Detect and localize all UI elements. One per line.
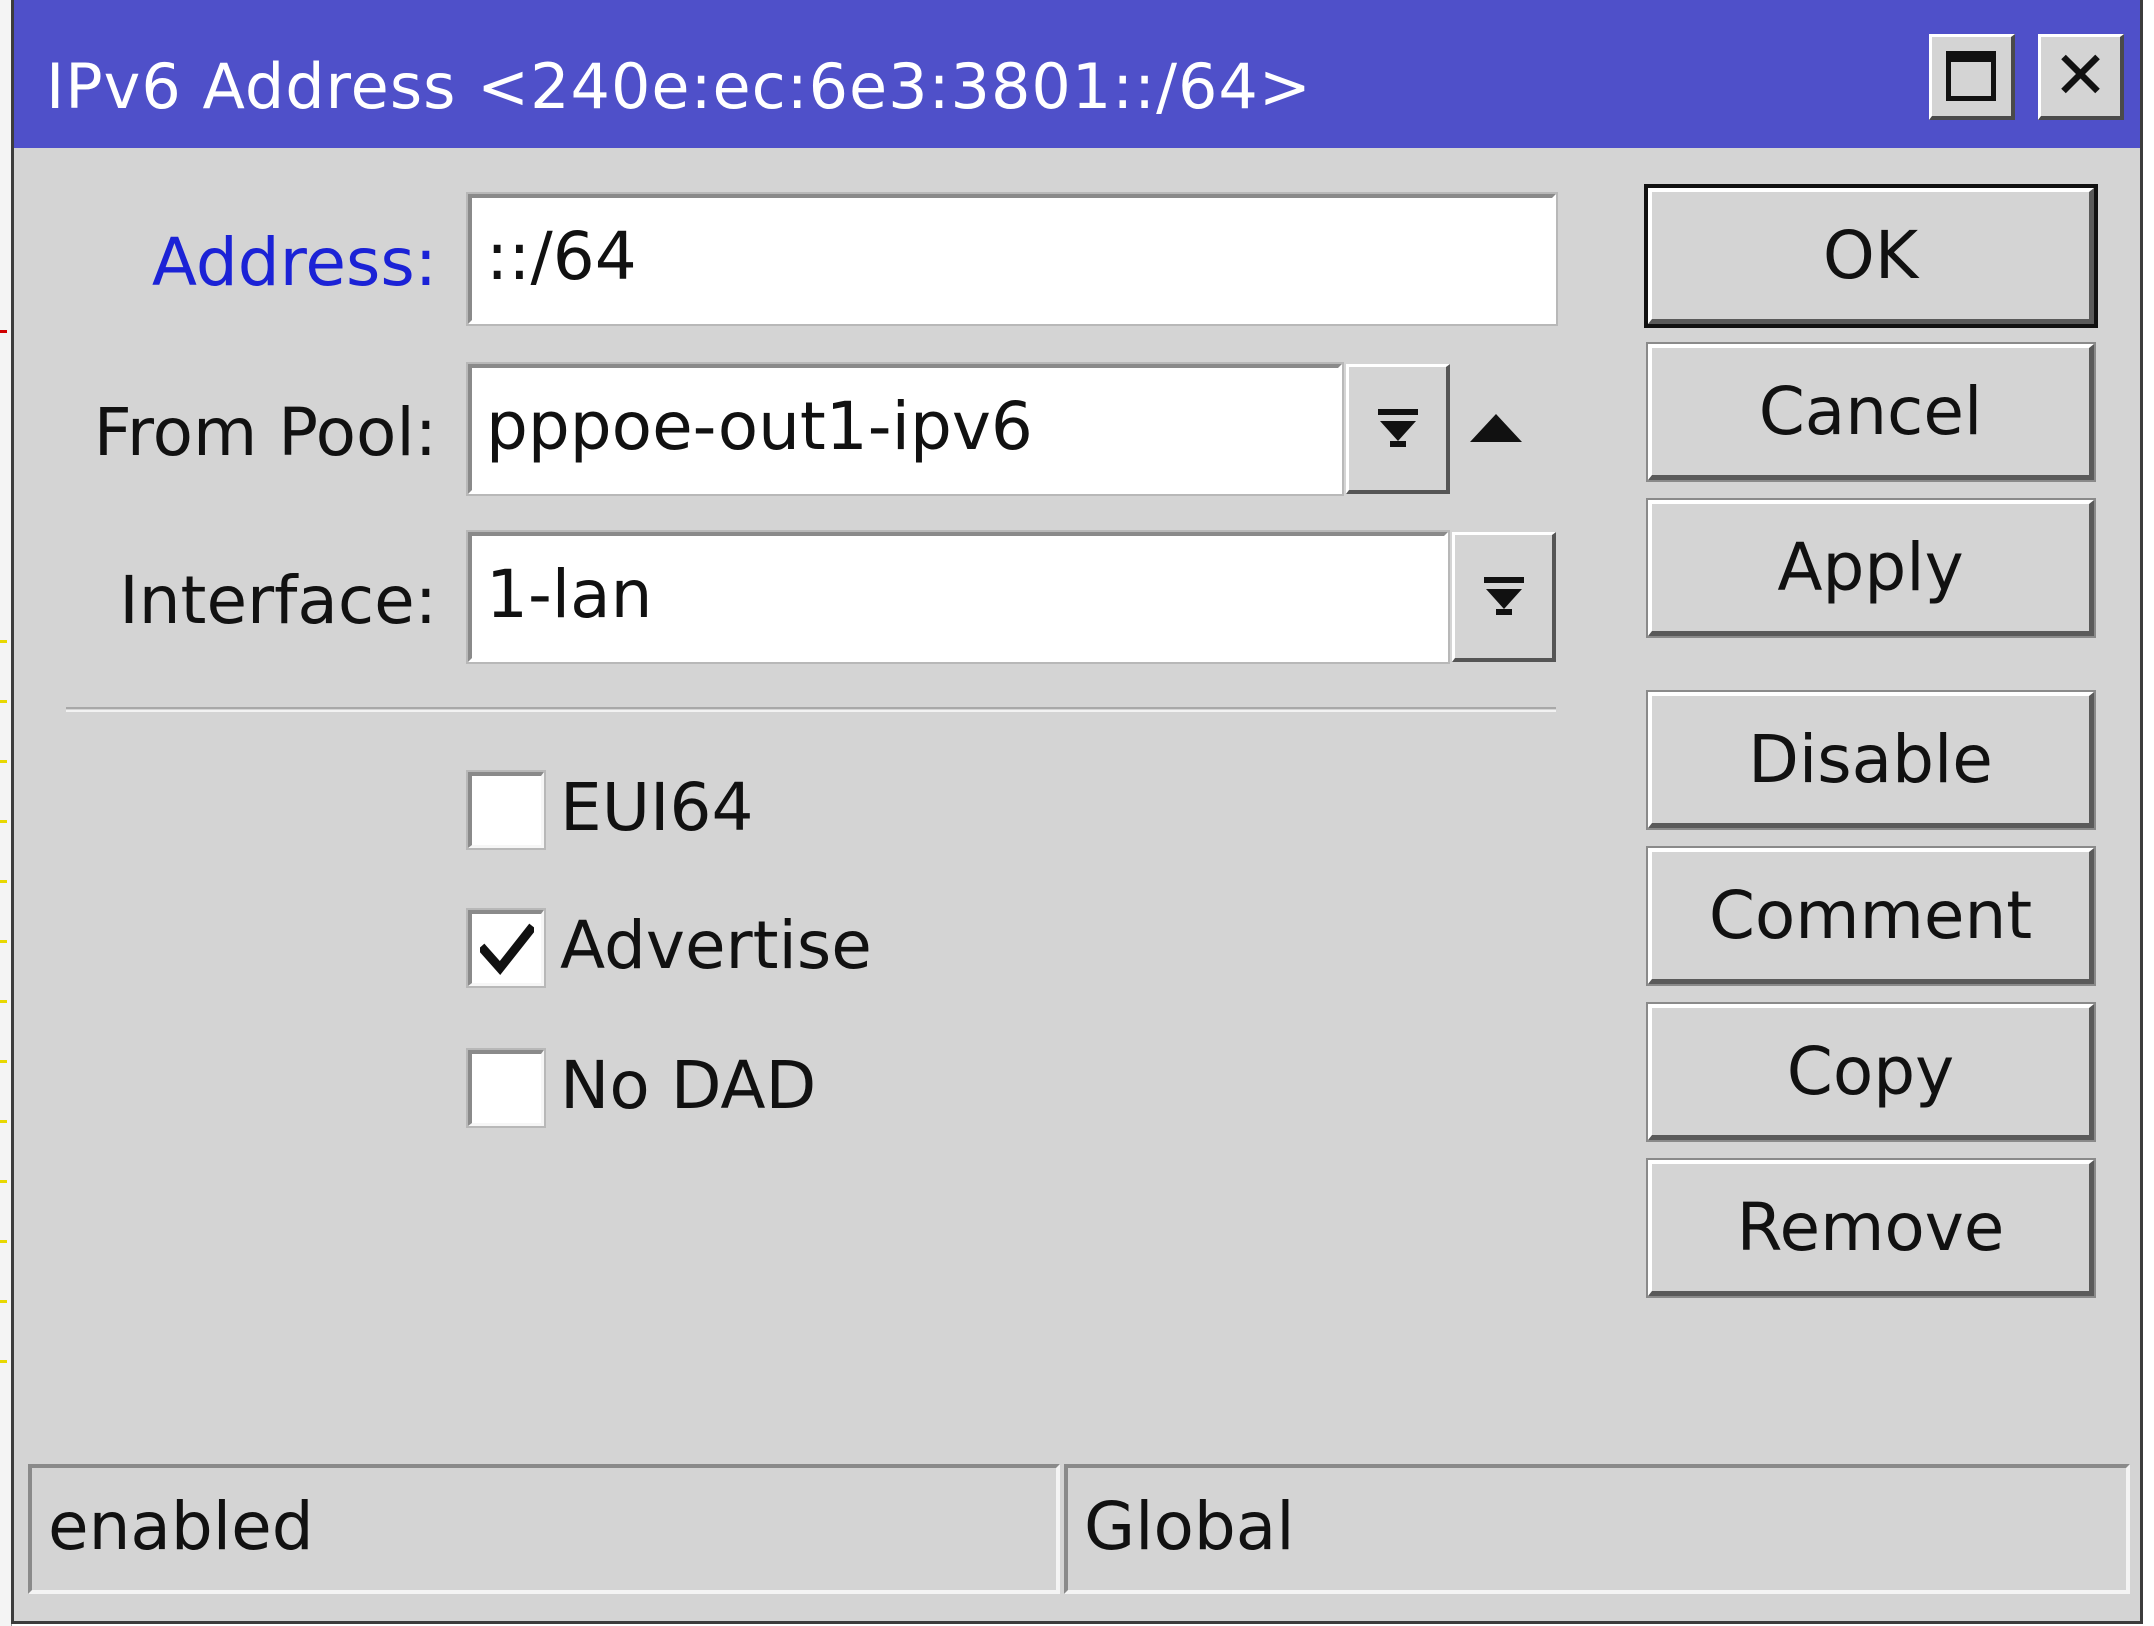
maximize-icon	[1946, 51, 1996, 101]
comment-button[interactable]: Comment	[1648, 848, 2094, 984]
ok-button[interactable]: OK	[1648, 188, 2094, 324]
advertise-label: Advertise	[560, 907, 872, 984]
close-icon: ✕	[2052, 37, 2109, 114]
background-marker	[0, 330, 7, 333]
from-pool-dropdown-button[interactable]	[1346, 364, 1450, 494]
background-marker	[0, 1240, 7, 1243]
status-scope: Global	[1064, 1464, 2130, 1594]
interface-dropdown-button[interactable]	[1452, 532, 1556, 662]
no-dad-checkbox[interactable]	[468, 1050, 544, 1126]
no-dad-label: No DAD	[560, 1047, 817, 1124]
checkmark-icon	[480, 923, 534, 976]
background-marker	[0, 1120, 7, 1123]
background-marker	[0, 1060, 7, 1063]
interface-label: Interface:	[119, 562, 437, 639]
address-label: Address:	[151, 224, 437, 301]
eui64-checkbox[interactable]	[468, 772, 544, 848]
remove-button[interactable]: Remove	[1648, 1160, 2094, 1296]
eui64-label: EUI64	[560, 769, 754, 846]
status-state: enabled	[28, 1464, 1060, 1594]
apply-button[interactable]: Apply	[1648, 500, 2094, 636]
background-marker	[0, 1360, 7, 1363]
title-bar[interactable]: IPv6 Address <240e:ec:6e3:3801::/64> ✕	[14, 0, 2140, 148]
dropdown-arrow-icon	[1483, 576, 1524, 615]
maximize-button[interactable]	[1929, 34, 2015, 120]
up-arrow-icon[interactable]	[1468, 412, 1524, 444]
copy-button[interactable]: Copy	[1648, 1004, 2094, 1140]
close-button[interactable]: ✕	[2038, 34, 2124, 120]
background-marker	[0, 880, 7, 883]
background-marker	[0, 760, 7, 763]
background-marker	[0, 1000, 7, 1003]
from-pool-label: From Pool:	[93, 394, 437, 471]
disable-button[interactable]: Disable	[1648, 692, 2094, 828]
background-marker	[0, 700, 7, 703]
cancel-button[interactable]: Cancel	[1648, 344, 2094, 480]
ipv6-address-dialog: IPv6 Address <240e:ec:6e3:3801::/64> ✕ A…	[11, 0, 2143, 1624]
background-marker	[0, 940, 7, 943]
background-marker	[0, 1180, 7, 1183]
from-pool-input[interactable]: pppoe-out1-ipv6	[468, 364, 1342, 494]
background-marker	[0, 1300, 7, 1303]
form-divider	[66, 707, 1556, 712]
background-marker	[0, 640, 7, 643]
background-marker	[0, 820, 7, 823]
window-title: IPv6 Address <240e:ec:6e3:3801::/64>	[46, 50, 1312, 123]
address-input[interactable]: ::/64	[468, 194, 1556, 324]
interface-input[interactable]: 1-lan	[468, 532, 1448, 662]
advertise-checkbox[interactable]	[468, 910, 544, 986]
dropdown-arrow-icon	[1377, 408, 1418, 447]
